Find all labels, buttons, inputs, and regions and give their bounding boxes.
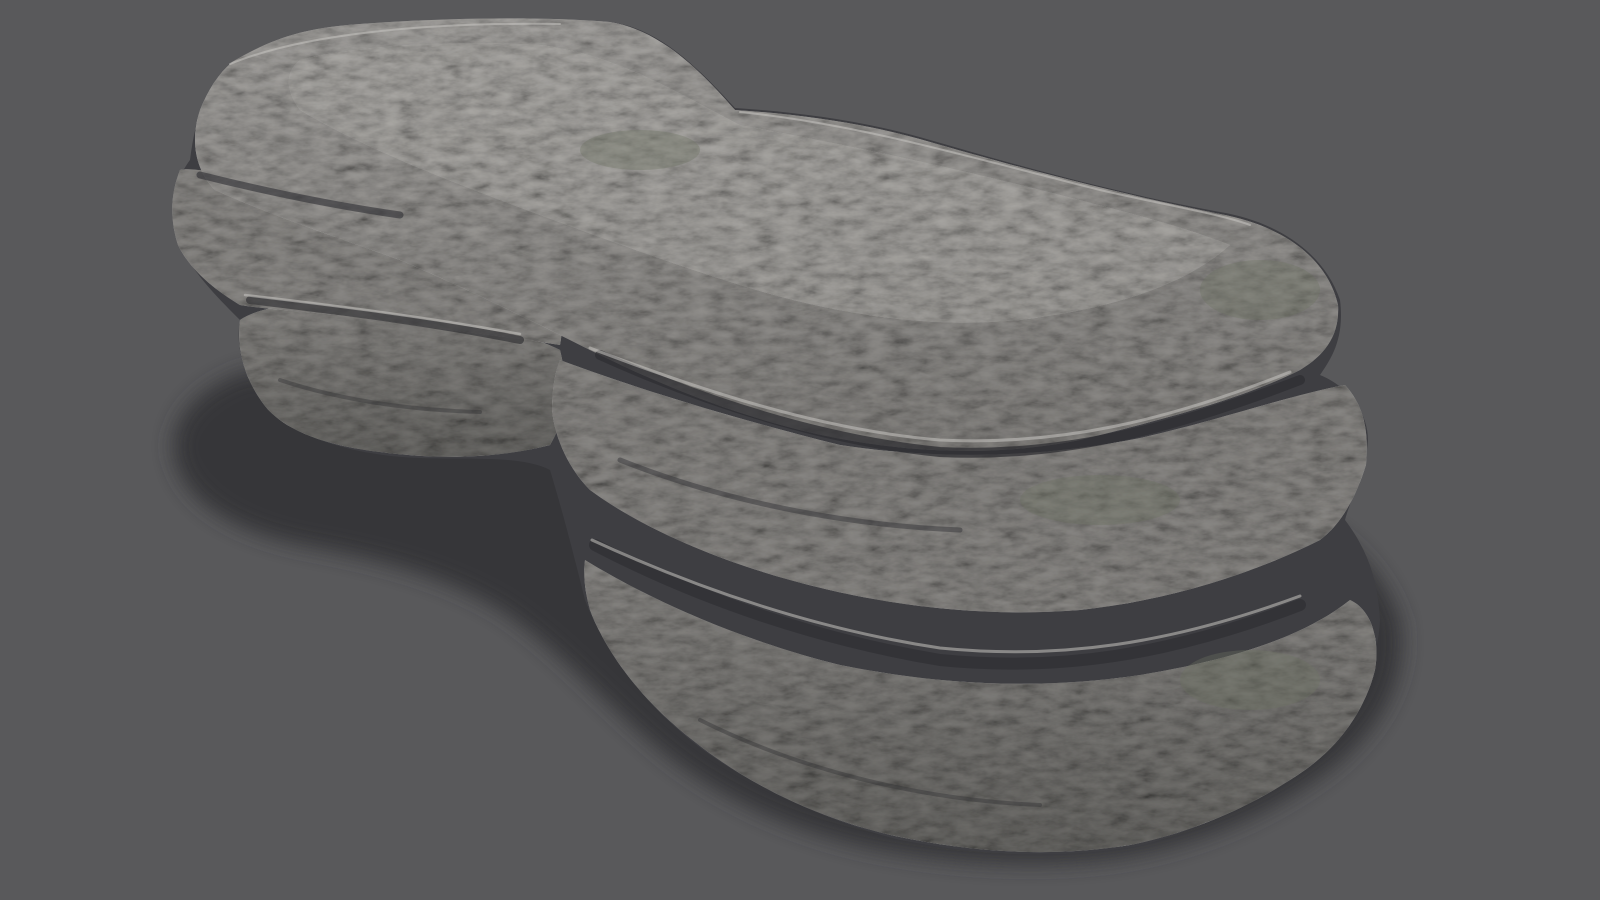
rock-render — [172, 18, 1402, 864]
render-viewport — [0, 0, 1600, 900]
